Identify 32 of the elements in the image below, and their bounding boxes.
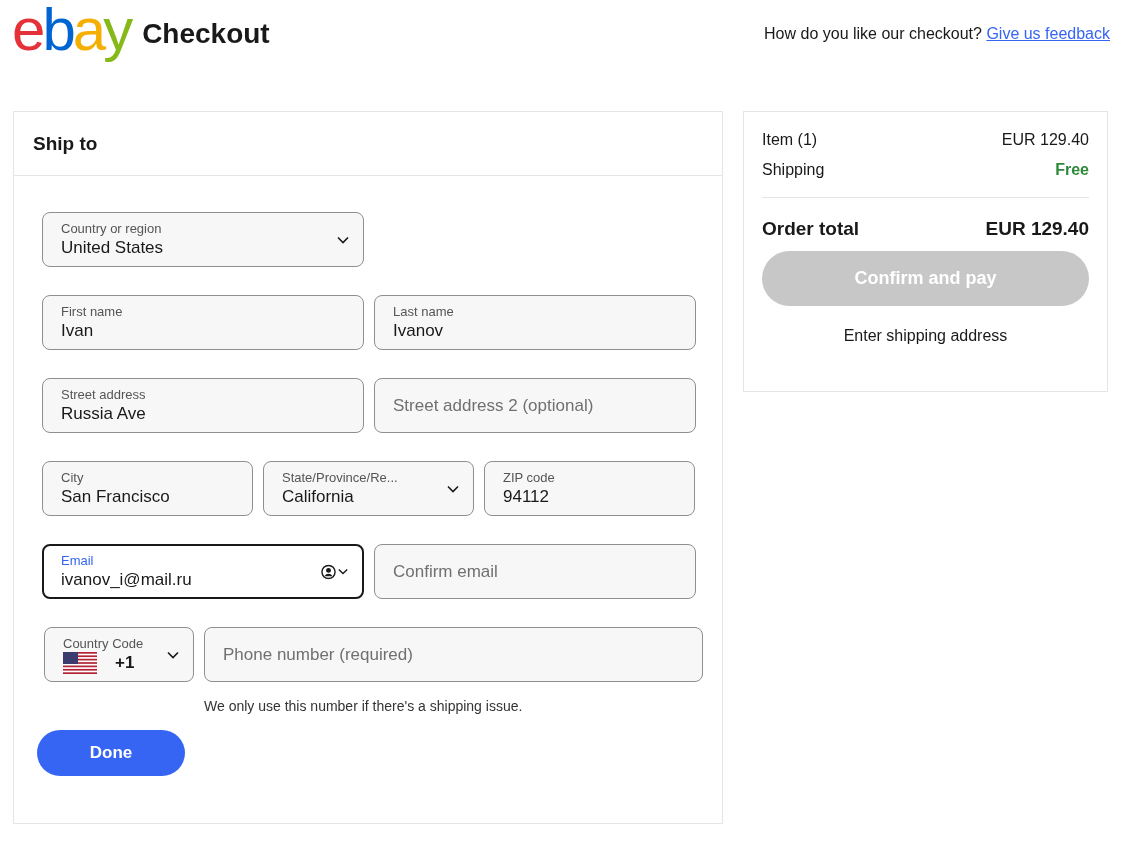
done-button[interactable]: Done [37,730,185,776]
summary-value: Free [1055,161,1089,179]
flag-icon [63,651,97,674]
text-field[interactable]: Street address Russia Ave [42,378,364,433]
text-field[interactable]: Last name Ivanov [374,295,696,350]
select-field[interactable]: Country or region United States [42,212,364,267]
shipping-hint: Enter shipping address [842,327,1009,345]
total-value: EUR 129.40 [985,218,1089,240]
chevron-icon [337,235,349,244]
text-field[interactable]: Phone number (required) [204,627,703,682]
account-icon[interactable] [321,564,336,579]
text-field[interactable]: Street address 2 (optional) [374,378,696,433]
country-code-select[interactable]: Country Code +1 [44,627,194,682]
feedback-link[interactable]: Give us feedback [986,25,1110,42]
total-label: Order total [762,218,860,240]
page-title: Checkout [142,18,270,50]
email-field[interactable]: Email ivanov_i@mail.ru [42,544,364,599]
chevron-icon [338,567,348,576]
text-field[interactable]: First name Ivan [42,295,364,350]
chevron-icon [167,650,179,659]
ebay-logo[interactable]: ebay [12,0,131,60]
summary-label: Shipping [762,161,825,179]
summary-value: EUR 129.40 [1001,131,1089,149]
text-field[interactable]: ZIP code 94112 [484,461,695,516]
text-field[interactable]: Confirm email [374,544,696,599]
section-title: Ship to [33,132,98,155]
select-field[interactable]: State/Province/Re... California [263,461,474,516]
feedback-prompt: How do you like our checkout? Give us feedback [764,25,1110,43]
phone-hint: We only use this number if there's a shipping issue. [204,698,524,714]
text-field[interactable]: City San Francisco [42,461,253,516]
summary-label: Item (1) [762,131,818,149]
chevron-icon [447,484,459,493]
